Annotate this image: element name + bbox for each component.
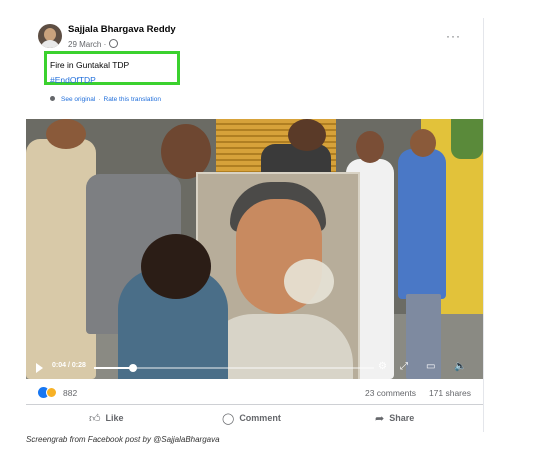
video-time: 0:04 / 0:28 xyxy=(52,362,86,369)
haha-reaction-icon[interactable] xyxy=(46,387,57,398)
author-name[interactable]: Sajjala Bhargava Reddy xyxy=(68,24,176,35)
settings-gear-icon[interactable]: ⚙ xyxy=(378,361,387,373)
hashtag-link[interactable]: #EndOfTDP xyxy=(50,75,96,85)
translation-row: See original · Rate this translation xyxy=(50,96,161,103)
video-progress-thumb[interactable] xyxy=(129,364,138,372)
share-label: Share xyxy=(389,413,415,423)
translate-icon xyxy=(50,96,55,101)
see-original-link[interactable]: See original xyxy=(61,96,95,103)
comment-button[interactable]: ◯ Comment xyxy=(222,412,281,425)
volume-icon[interactable]: 🔈 xyxy=(454,361,466,373)
rate-translation-link[interactable]: Rate this translation xyxy=(104,96,161,103)
video-person-white-head xyxy=(356,131,384,163)
portrait-burn-mark xyxy=(284,259,334,304)
post-stats: 882 23 comments 171 shares xyxy=(26,384,483,405)
video-player[interactable]: 0:04 / 0:28 ⚙ ⤢ ▭ 🔈 xyxy=(26,119,483,379)
comment-bubble-icon: ◯ xyxy=(222,413,235,425)
reactions-count[interactable]: 882 xyxy=(63,388,77,398)
video-person-back-head xyxy=(288,119,326,151)
post-date[interactable]: 29 March xyxy=(68,40,101,49)
globe-icon xyxy=(109,39,119,48)
author-avatar[interactable] xyxy=(38,24,62,48)
post-meta: 29 March · xyxy=(68,39,119,49)
video-progress-track[interactable] xyxy=(94,364,374,372)
post-text: Fire in Guntakal TDP xyxy=(50,60,130,70)
video-scene-plant xyxy=(451,119,483,159)
comment-label: Comment xyxy=(239,413,281,423)
fullscreen-icon[interactable]: ⤢ xyxy=(400,361,408,373)
thumbs-up-icon: 👍︎ xyxy=(89,413,101,425)
video-progress-fill xyxy=(94,367,134,369)
video-person-left-head xyxy=(46,119,86,149)
like-button[interactable]: 👍︎ Like xyxy=(89,412,124,425)
video-person-front-head xyxy=(141,234,211,299)
share-button[interactable]: ➦ Share xyxy=(375,412,414,425)
more-options-icon[interactable]: ··· xyxy=(446,29,461,43)
avatar-shirt xyxy=(40,40,60,48)
like-label: Like xyxy=(105,413,124,423)
shares-count[interactable]: 171 shares xyxy=(429,388,471,398)
comments-count[interactable]: 23 comments xyxy=(365,388,416,398)
video-person-blue-head xyxy=(410,129,436,157)
play-icon[interactable] xyxy=(36,363,43,373)
separator: · xyxy=(98,96,101,103)
pip-icon[interactable]: ▭ xyxy=(426,361,435,373)
video-controls: 0:04 / 0:28 ⚙ ⤢ ▭ 🔈 xyxy=(26,356,483,379)
facebook-post-card: Sajjala Bhargava Reddy 29 March · ··· Fi… xyxy=(26,18,484,432)
image-caption: Screengrab from Facebook post by @Sajjal… xyxy=(26,435,220,444)
video-person-blue xyxy=(398,149,446,299)
post-actions: 👍︎ Like ◯ Comment ➦ Share xyxy=(26,409,483,429)
video-person-grey-head xyxy=(161,124,211,179)
share-arrow-icon: ➦ xyxy=(375,413,385,425)
